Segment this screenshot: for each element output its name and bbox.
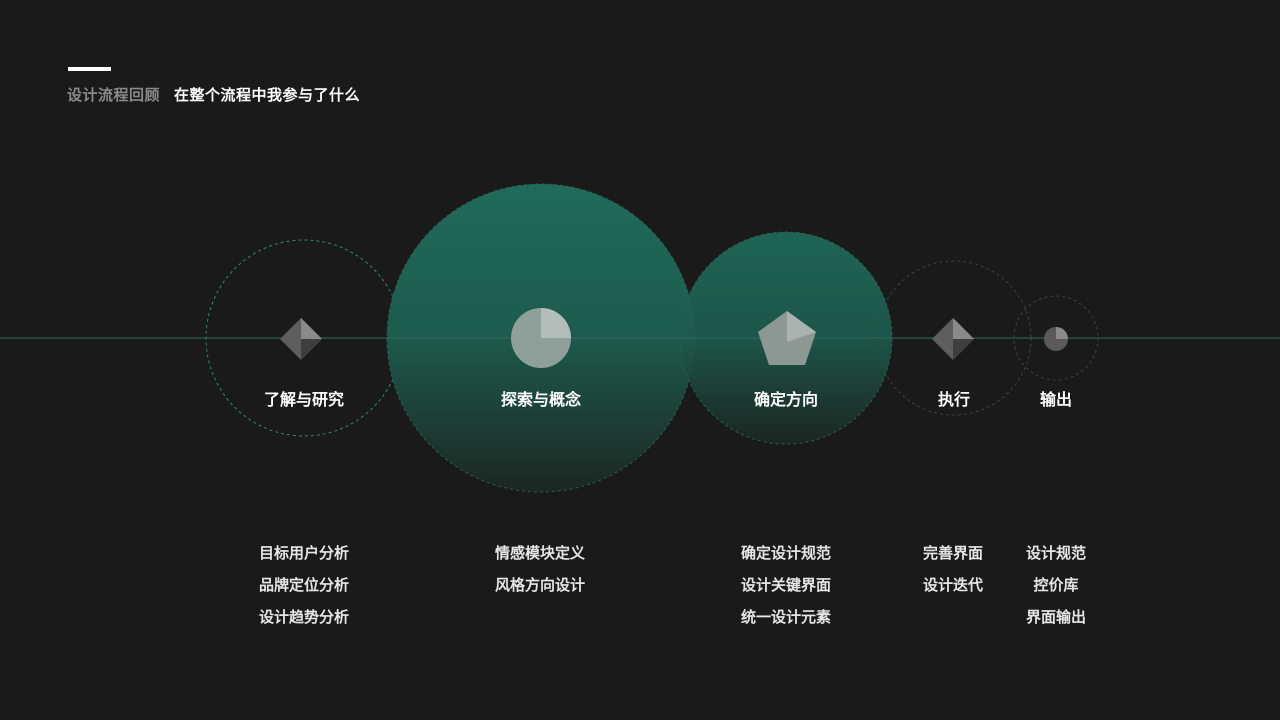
task-list-research: 目标用户分析 品牌定位分析 设计趋势分析 [204,537,404,633]
task-list-explore: 情感模块定义 风格方向设计 [440,537,640,601]
stage-label-explore: 探索与概念 [500,390,581,409]
circle-icon [1044,327,1068,351]
task-item: 控价库 [1033,576,1079,594]
pie-icon [511,308,571,368]
diamond-icon [280,318,322,360]
task-item: 设计规范 [1025,544,1086,562]
task-item: 情感模块定义 [494,544,585,562]
stage-label-output: 输出 [1039,390,1072,409]
task-item: 品牌定位分析 [258,576,349,594]
task-item: 风格方向设计 [494,576,585,594]
task-item: 界面输出 [1025,608,1086,626]
stage-label-research: 了解与研究 [263,390,344,409]
diamond-icon [932,318,974,360]
task-item: 目标用户分析 [258,544,349,562]
task-item: 设计趋势分析 [258,608,349,626]
task-list-output: 设计规范 控价库 界面输出 [956,537,1156,633]
task-item: 统一设计元素 [740,608,831,626]
